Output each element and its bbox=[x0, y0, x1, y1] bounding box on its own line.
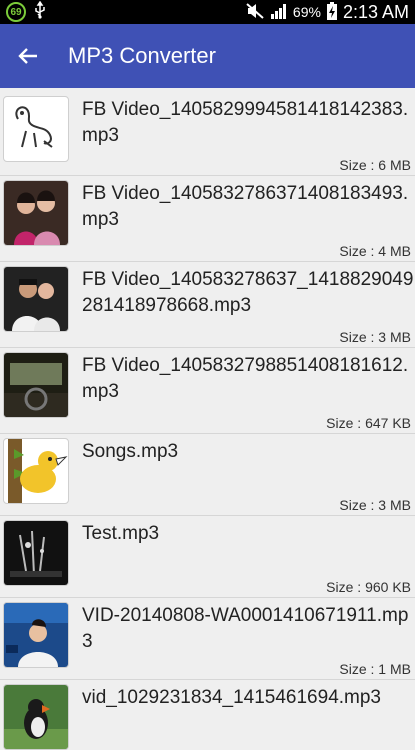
file-list: FB Video_140582999458141814​2383.mp3 Siz… bbox=[0, 92, 415, 750]
file-name: FB Video_140582999458141814​2383.mp3 bbox=[82, 99, 409, 146]
file-name: FB Video_140583278637140818​3493.mp3 bbox=[82, 183, 409, 230]
file-size: Size : 960 KB bbox=[326, 579, 411, 595]
status-bar: 69 69% 2:13 AM bbox=[0, 0, 415, 24]
notification-badge: 69 bbox=[6, 2, 26, 22]
app-bar: MP3 Converter bbox=[0, 24, 415, 88]
file-size: Size : 3 MB bbox=[339, 329, 411, 345]
list-item[interactable]: Test.mp3 Size : 960 KB bbox=[0, 516, 415, 598]
list-item[interactable]: FB Video_140583278637_141882904​92814189… bbox=[0, 262, 415, 348]
file-size: Size : 647 KB bbox=[326, 415, 411, 431]
thumbnail-two-women bbox=[3, 180, 69, 246]
file-name: Songs.mp3 bbox=[82, 441, 179, 462]
mute-icon bbox=[245, 2, 265, 23]
list-item[interactable]: vid_1029231834_1415461694.mp3 bbox=[0, 680, 415, 750]
list-item[interactable]: FB Video_140582999458141814​2383.mp3 Siz… bbox=[0, 92, 415, 176]
file-name: VID-20140808-WA0001410671911.mp3 bbox=[82, 605, 409, 652]
file-name: FB Video_140583279885140818​1612.mp3 bbox=[82, 355, 409, 402]
file-size: Size : 3 MB bbox=[339, 497, 411, 513]
list-item[interactable]: VID-20140808-WA0001410671911.mp3 Size : … bbox=[0, 598, 415, 680]
file-name: FB Video_140583278637_141882904​92814189… bbox=[82, 269, 414, 316]
usb-icon bbox=[34, 0, 46, 24]
back-button[interactable] bbox=[0, 24, 56, 88]
signal-icon bbox=[270, 3, 288, 22]
arrow-left-icon bbox=[18, 41, 38, 72]
thumbnail-news-anchor bbox=[3, 602, 69, 668]
file-name: vid_1029231834_1415461694.mp3 bbox=[82, 687, 381, 708]
file-size: Size : 6 MB bbox=[339, 157, 411, 173]
list-item[interactable]: FB Video_140583279885140818​1612.mp3 Siz… bbox=[0, 348, 415, 434]
battery-percent: 69% bbox=[292, 4, 321, 20]
file-size: Size : 1 MB bbox=[339, 661, 411, 677]
thumbnail-dark-scene bbox=[3, 520, 69, 586]
file-name: Test.mp3 bbox=[82, 523, 160, 544]
file-size: Size : 4 MB bbox=[339, 243, 411, 259]
thumbnail-bird-cartoon bbox=[3, 438, 69, 504]
thumbnail-car-interior bbox=[3, 352, 69, 418]
battery-charging-icon bbox=[326, 1, 338, 23]
thumbnail-puffin bbox=[3, 684, 69, 750]
clock: 2:13 AM bbox=[342, 1, 409, 22]
list-item[interactable]: Songs.mp3 Size : 3 MB bbox=[0, 434, 415, 516]
page-title: MP3 Converter bbox=[68, 43, 216, 68]
list-item[interactable]: FB Video_140583278637140818​3493.mp3 Siz… bbox=[0, 176, 415, 262]
thumbnail-dinosaur bbox=[3, 96, 69, 162]
thumbnail-man-and-woman bbox=[3, 266, 69, 332]
